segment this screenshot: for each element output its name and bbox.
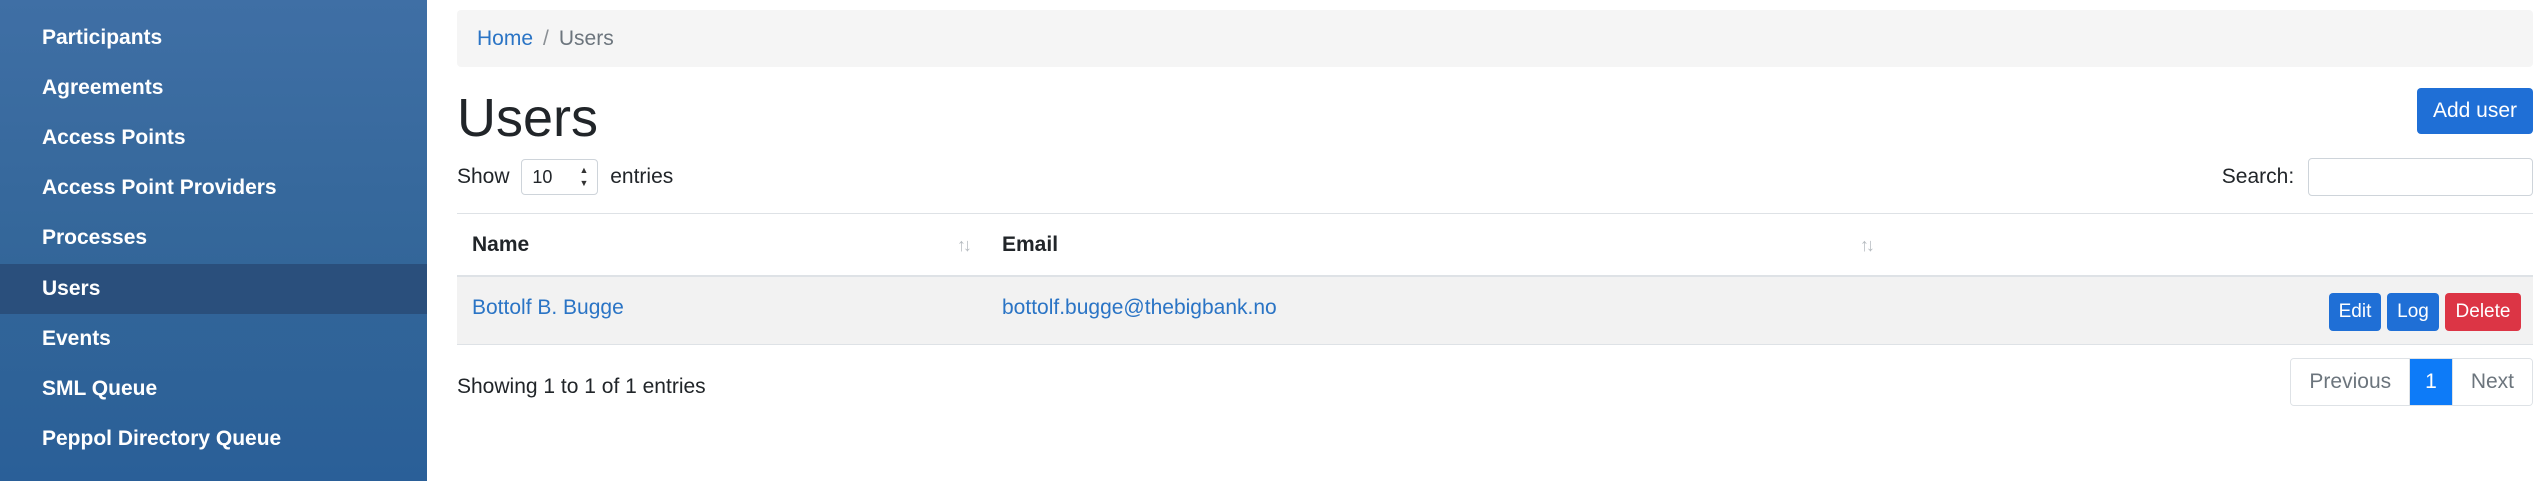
search-input[interactable] (2308, 158, 2533, 197)
column-header-email[interactable]: Email (987, 214, 1887, 276)
table-info: Showing 1 to 1 of 1 entries (457, 375, 706, 398)
add-user-button[interactable]: Add user (2417, 88, 2533, 134)
entries-length-select[interactable]: 10 ▲ ▼ (521, 159, 599, 196)
sort-arrows-icon[interactable]: ↑↓ (957, 214, 972, 276)
table-row: Bottolf B. Bugge bottolf.bugge@thebigban… (457, 277, 2533, 345)
pagination: Previous 1 Next (2290, 358, 2533, 406)
breadcrumb-current: Users (558, 27, 614, 50)
breadcrumb: Home / Users (457, 10, 2533, 67)
column-header-label: Email (1002, 233, 1059, 256)
column-header-label: Name (472, 233, 530, 256)
breadcrumb-home-link[interactable]: Home (477, 27, 533, 50)
sidebar-item-access-point-providers[interactable]: Access Point Providers (0, 163, 427, 213)
sidebar-item-peppol-directory-queue[interactable]: Peppol Directory Queue (0, 414, 427, 464)
pagination-page-current[interactable]: 1 (2409, 359, 2452, 405)
entries-length-value: 10 (532, 167, 553, 188)
entries-length-control: Show 10 ▲ ▼ entries (457, 157, 673, 197)
sidebar-item-users[interactable]: Users (0, 264, 427, 314)
table-header: Name ↑↓ Email ↑↓ (457, 213, 2533, 277)
pagination-previous[interactable]: Previous (2291, 359, 2410, 405)
search-control: Search: (2222, 157, 2533, 197)
page-title: Users (457, 88, 599, 148)
user-name-cell: Bottolf B. Bugge (457, 277, 624, 345)
main-content: Home / Users Users Add user Show 10 ▲ ▼ ent… (457, 0, 2533, 481)
delete-button[interactable]: Delete (2445, 293, 2521, 331)
sidebar-item-processes[interactable]: Processes (0, 213, 427, 263)
sidebar-item-access-points[interactable]: Access Points (0, 113, 427, 163)
log-button[interactable]: Log (2387, 293, 2439, 331)
column-header-name[interactable]: Name (457, 214, 987, 276)
sidebar-item-events[interactable]: Events (0, 314, 427, 364)
entries-label: entries (610, 165, 674, 188)
edit-button[interactable]: Edit (2329, 293, 2381, 331)
sidebar-item-sml-queue[interactable]: SML Queue (0, 364, 427, 414)
sidebar: Participants Agreements Access Points Ac… (0, 0, 427, 481)
pagination-next[interactable]: Next (2451, 359, 2532, 405)
breadcrumb-separator: / (543, 27, 549, 50)
row-actions: Edit Log Delete (2323, 293, 2521, 333)
user-name-link[interactable]: Bottolf B. Bugge (472, 296, 624, 319)
select-caret-icon: ▲ ▼ (579, 165, 589, 189)
sidebar-item-participants[interactable]: Participants (0, 13, 427, 63)
users-table: Name ↑↓ Email ↑↓ Bottolf B. Bugge bottol… (457, 213, 2533, 345)
sidebar-item-agreements[interactable]: Agreements (0, 63, 427, 113)
sort-arrows-icon[interactable]: ↑↓ (1860, 214, 1875, 276)
search-label: Search: (2221, 165, 2295, 188)
user-email-link[interactable]: bottolf.bugge@thebigbank.no (1002, 296, 1277, 319)
user-email-cell: bottolf.bugge@thebigbank.no (987, 277, 1277, 345)
show-label: Show (457, 165, 510, 188)
